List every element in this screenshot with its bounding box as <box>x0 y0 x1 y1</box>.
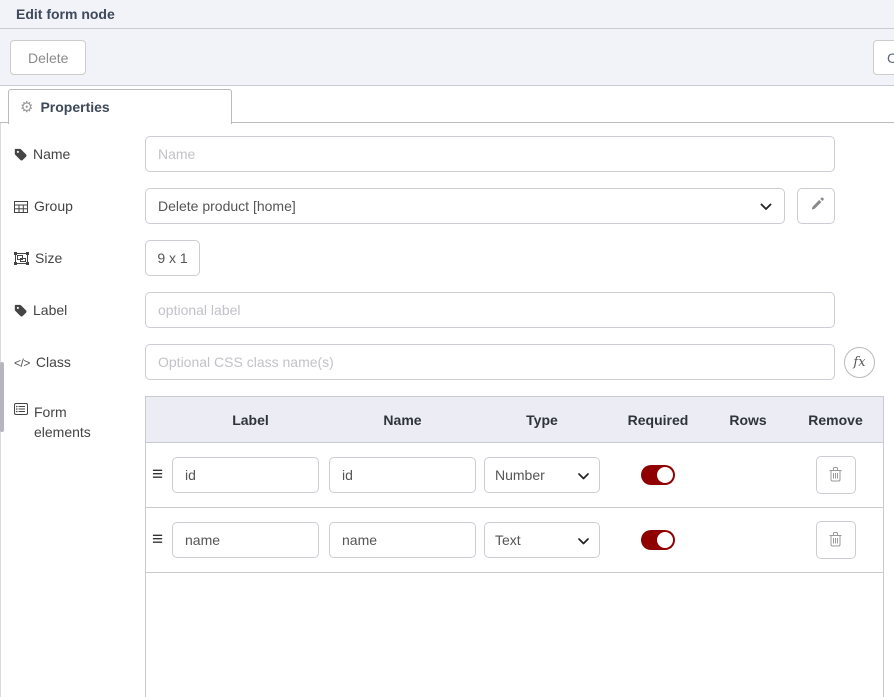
size-field-label: Size <box>14 250 145 266</box>
class-input[interactable] <box>145 344 835 380</box>
element-name-input[interactable] <box>329 522 476 558</box>
rows-cell <box>708 443 788 507</box>
element-label-input[interactable] <box>172 522 319 558</box>
chevron-down-icon <box>760 198 772 214</box>
element-type-select[interactable]: Text <box>484 522 600 558</box>
class-field-label: </> Class <box>14 354 145 370</box>
label-field-label: Label <box>14 302 145 318</box>
rows-cell <box>708 508 788 572</box>
tab-properties-label: Properties <box>40 99 109 115</box>
pencil-icon <box>809 197 824 215</box>
element-type-value: Text <box>495 532 521 548</box>
header-label: Label <box>172 397 329 442</box>
remove-element-button[interactable] <box>816 521 856 559</box>
name-input[interactable] <box>145 136 835 172</box>
drag-handle[interactable]: ≡ <box>146 529 163 551</box>
scrollbar-thumb[interactable] <box>0 362 4 432</box>
field-row-group: Group Delete product [home] <box>14 188 894 224</box>
class-label-text: Class <box>36 354 71 370</box>
field-row-size: Size 9 x 1 <box>14 240 894 276</box>
dialog-title: Edit form node <box>16 6 115 22</box>
required-toggle[interactable] <box>641 530 675 550</box>
dialog-header: Edit form node <box>0 0 894 29</box>
trash-icon <box>828 466 843 485</box>
expression-editor-button[interactable]: fx <box>844 347 875 378</box>
properties-panel: Name Group Delete product [home] <box>0 123 894 697</box>
element-type-value: Number <box>495 467 545 483</box>
field-row-name: Name <box>14 136 894 172</box>
tag-icon <box>14 147 27 161</box>
label-input[interactable] <box>145 292 835 328</box>
trash-icon <box>828 531 843 550</box>
header-type: Type <box>476 397 608 442</box>
gear-icon: ⚙ <box>20 100 33 115</box>
object-group-icon <box>14 251 29 265</box>
cancel-button[interactable]: Cancel <box>873 40 894 75</box>
code-icon: </> <box>14 355 30 370</box>
delete-button[interactable]: Delete <box>10 40 86 75</box>
group-label-text: Group <box>34 198 73 214</box>
element-type-select[interactable]: Number <box>484 457 600 493</box>
table-header-row: Label Name Type Required Rows Remove <box>146 397 883 443</box>
chevron-down-icon <box>578 532 589 548</box>
table-row: ≡ Number <box>146 443 883 508</box>
element-name-input[interactable] <box>329 457 476 493</box>
form-elements-field-label: Form elements <box>14 396 145 443</box>
size-button[interactable]: 9 x 1 <box>145 240 200 276</box>
size-label-text: Size <box>35 250 62 266</box>
header-name: Name <box>329 397 476 442</box>
form-elements-table: Label Name Type Required Rows Remove ≡ <box>145 396 884 697</box>
list-alt-icon <box>14 402 28 415</box>
toggle-knob <box>657 467 673 483</box>
name-field-label: Name <box>14 146 145 162</box>
tab-bar: ⚙ Properties <box>0 86 894 123</box>
header-rows: Rows <box>708 397 788 442</box>
toggle-knob <box>657 532 673 548</box>
drag-cell: ≡ <box>146 443 172 507</box>
name-label-text: Name <box>33 146 70 162</box>
table-icon <box>14 200 28 213</box>
required-toggle[interactable] <box>641 465 675 485</box>
group-select-value: Delete product [home] <box>158 198 296 214</box>
fx-icon: fx <box>853 355 865 370</box>
chevron-down-icon <box>578 467 589 483</box>
field-row-label: Label <box>14 292 894 328</box>
header-remove: Remove <box>788 397 883 442</box>
tab-properties[interactable]: ⚙ Properties <box>8 89 232 124</box>
edit-group-button[interactable] <box>797 188 835 224</box>
field-row-class: </> Class fx <box>14 344 894 380</box>
table-row: ≡ Text <box>146 508 883 573</box>
remove-element-button[interactable] <box>816 456 856 494</box>
group-select[interactable]: Delete product [home] <box>145 188 785 224</box>
toolbar: Delete Cancel <box>0 29 894 86</box>
header-spacer <box>146 397 172 442</box>
header-required: Required <box>608 397 708 442</box>
field-row-form-elements: Form elements Label Name Type Required R… <box>14 396 894 697</box>
drag-cell: ≡ <box>146 508 172 572</box>
form-elements-label-text: Form elements <box>34 402 100 443</box>
element-label-input[interactable] <box>172 457 319 493</box>
group-field-label: Group <box>14 198 145 214</box>
tag-icon <box>14 303 27 317</box>
label-label-text: Label <box>33 302 67 318</box>
drag-handle[interactable]: ≡ <box>146 464 163 486</box>
